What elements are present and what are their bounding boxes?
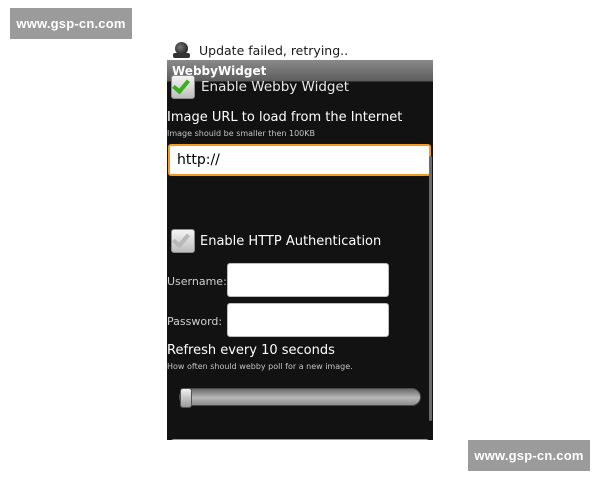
scrollbar[interactable] (429, 156, 432, 421)
watermark-bottom: www.gsp-cn.com (468, 440, 590, 471)
password-label: Password: (167, 315, 223, 328)
slider-thumb[interactable] (180, 388, 192, 408)
checkmark-icon (172, 75, 190, 95)
enable-widget-row[interactable]: Enable Webby Widget (167, 75, 349, 99)
http-auth-label: Enable HTTP Authentication (200, 233, 382, 249)
http-auth-checkbox[interactable] (171, 229, 195, 253)
refresh-hint: How often should webby poll for a new im… (167, 362, 353, 371)
image-url-input[interactable]: http:// (168, 144, 431, 176)
phone-screen: Update failed, retrying.. WebbyWidget En… (167, 40, 433, 440)
image-url-heading: Image URL to load from the Internet (167, 110, 403, 125)
username-label: Username: (167, 275, 227, 288)
enable-widget-label: Enable Webby Widget (201, 79, 350, 95)
refresh-slider[interactable] (179, 388, 421, 408)
status-bar: Update failed, retrying.. (167, 40, 433, 60)
checkmark-icon (172, 229, 190, 249)
image-url-value: http:// (177, 152, 220, 168)
http-auth-row[interactable]: Enable HTTP Authentication (171, 228, 381, 254)
webcam-icon (173, 41, 191, 59)
refresh-heading: Refresh every 10 seconds (167, 343, 335, 358)
image-url-hint: Image should be smaller then 100KB (167, 129, 315, 138)
status-text: Update failed, retrying.. (199, 42, 349, 58)
watermark-top: www.gsp-cn.com (10, 8, 132, 39)
settings-content: Enable Webby Widget Image URL to load fr… (167, 75, 433, 440)
username-field[interactable] (227, 263, 389, 297)
enable-widget-checkbox[interactable] (171, 75, 195, 99)
ok-button[interactable]: Ok (170, 439, 430, 440)
password-field[interactable] (227, 303, 389, 337)
